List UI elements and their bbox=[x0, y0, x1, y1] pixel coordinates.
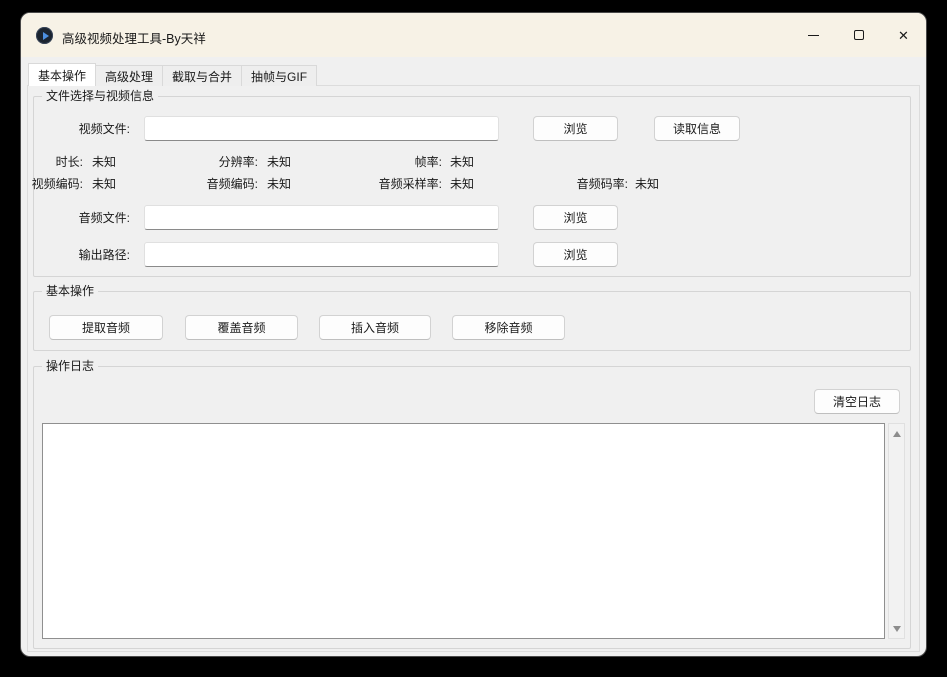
tab-cut-and-merge[interactable]: 截取与合并 bbox=[162, 65, 242, 86]
log-text-area[interactable] bbox=[42, 423, 885, 639]
audio-file-input[interactable] bbox=[144, 205, 499, 230]
video-file-input[interactable] bbox=[144, 116, 499, 141]
insert-audio-button[interactable]: 插入音频 bbox=[319, 315, 431, 340]
overwrite-audio-button[interactable]: 覆盖音频 bbox=[185, 315, 298, 340]
app-icon bbox=[36, 27, 53, 44]
resolution-label: 分辨率: bbox=[219, 154, 258, 170]
scroll-up-button[interactable] bbox=[889, 426, 904, 441]
output-path-label: 输出路径: bbox=[79, 247, 130, 263]
resolution-value: 未知 bbox=[267, 154, 291, 170]
video-browse-button[interactable]: 浏览 bbox=[533, 116, 618, 141]
framerate-label: 帧率: bbox=[415, 154, 442, 170]
output-path-input[interactable] bbox=[144, 242, 499, 267]
minimize-button[interactable] bbox=[791, 14, 836, 56]
window-title: 高级视频处理工具-By天祥 bbox=[62, 28, 206, 47]
remove-audio-button[interactable]: 移除音频 bbox=[452, 315, 565, 340]
framerate-value: 未知 bbox=[450, 154, 474, 170]
tab-bar: 基本操作 高级处理 截取与合并 抽帧与GIF bbox=[28, 63, 317, 86]
basic-operations-group: 基本操作 提取音频 覆盖音频 插入音频 移除音频 bbox=[33, 291, 911, 351]
sample-rate-label: 音频采样率: bbox=[379, 176, 442, 192]
clear-log-button[interactable]: 清空日志 bbox=[814, 389, 900, 414]
output-browse-button[interactable]: 浏览 bbox=[533, 242, 618, 267]
audio-bitrate-value: 未知 bbox=[635, 176, 659, 192]
video-file-label: 视频文件: bbox=[79, 121, 130, 137]
extract-audio-button[interactable]: 提取音频 bbox=[49, 315, 163, 340]
operation-log-group-title: 操作日志 bbox=[42, 359, 98, 374]
tab-basic-operations[interactable]: 基本操作 bbox=[28, 63, 96, 86]
scroll-up-icon bbox=[893, 431, 901, 437]
log-scrollbar[interactable] bbox=[888, 423, 905, 639]
operation-log-group: 操作日志 清空日志 bbox=[33, 366, 911, 649]
maximize-icon bbox=[854, 30, 864, 40]
close-button[interactable]: ✕ bbox=[881, 14, 926, 56]
file-selection-group-title: 文件选择与视频信息 bbox=[42, 89, 158, 104]
maximize-button[interactable] bbox=[836, 14, 881, 56]
sample-rate-value: 未知 bbox=[450, 176, 474, 192]
video-codec-value: 未知 bbox=[92, 176, 116, 192]
read-info-button[interactable]: 读取信息 bbox=[654, 116, 740, 141]
close-icon: ✕ bbox=[898, 29, 909, 42]
title-bar[interactable]: 高级视频处理工具-By天祥 ✕ bbox=[21, 13, 926, 57]
basic-operations-group-title: 基本操作 bbox=[42, 284, 98, 299]
audio-codec-value: 未知 bbox=[267, 176, 291, 192]
play-icon bbox=[43, 32, 49, 40]
minimize-icon bbox=[808, 35, 819, 36]
scroll-down-button[interactable] bbox=[889, 621, 904, 636]
audio-browse-button[interactable]: 浏览 bbox=[533, 205, 618, 230]
duration-label: 时长: bbox=[56, 154, 83, 170]
scroll-down-icon bbox=[893, 626, 901, 632]
audio-bitrate-label: 音频码率: bbox=[577, 176, 628, 192]
video-codec-label: 视频编码: bbox=[32, 176, 83, 192]
duration-value: 未知 bbox=[92, 154, 116, 170]
audio-codec-label: 音频编码: bbox=[207, 176, 258, 192]
app-window: 高级视频处理工具-By天祥 ✕ 基本操作 高级处理 截取与合并 抽帧与GIF 文… bbox=[20, 12, 927, 657]
file-selection-group: 文件选择与视频信息 视频文件: 浏览 读取信息 时长: 未知 分辨率: 未知 帧… bbox=[33, 96, 911, 277]
tab-advanced-processing[interactable]: 高级处理 bbox=[95, 65, 163, 86]
tab-frames-and-gif[interactable]: 抽帧与GIF bbox=[241, 65, 317, 86]
window-controls: ✕ bbox=[791, 14, 926, 56]
audio-file-label: 音频文件: bbox=[79, 210, 130, 226]
